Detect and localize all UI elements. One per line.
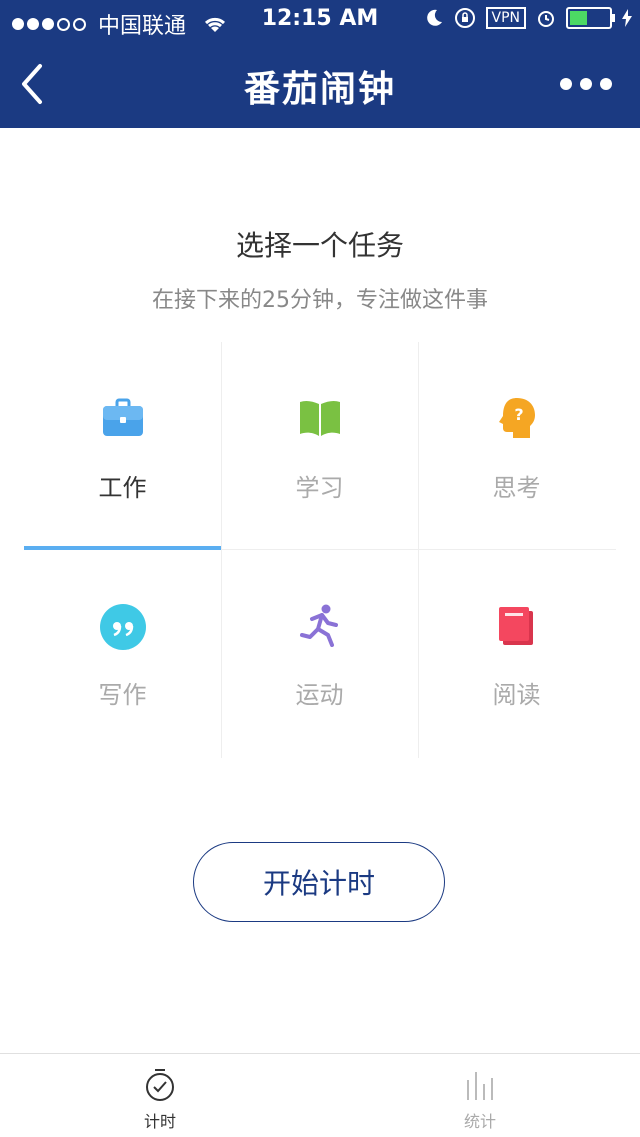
task-study[interactable]: 学习 xyxy=(221,342,418,549)
tab-bar: 计时 统计 xyxy=(0,1053,640,1137)
task-write[interactable]: 写作 xyxy=(24,549,221,756)
tab-label: 计时 xyxy=(143,1112,176,1131)
more-dots-icon[interactable] xyxy=(560,78,612,90)
task-exercise[interactable]: 运动 xyxy=(221,549,418,756)
battery-icon xyxy=(566,7,615,29)
open-book-icon xyxy=(299,400,340,436)
briefcase-icon xyxy=(102,398,143,436)
stats-icon xyxy=(467,1072,493,1100)
task-label: 阅读 xyxy=(492,681,541,709)
tab-timer[interactable]: 计时 xyxy=(100,1054,220,1137)
status-bar: 中国联通 12:15 AM VPN xyxy=(0,0,640,40)
thinking-head-icon: ? xyxy=(498,398,535,438)
page-title: 番茄闹钟 xyxy=(243,69,396,110)
task-grid: 工作 学习 ? 思考 写作 运动 阅读 xyxy=(24,342,616,758)
moon-icon xyxy=(426,9,442,26)
quote-icon xyxy=(99,604,146,650)
task-label: 写作 xyxy=(98,681,147,709)
section-heading: 选择一个任务 xyxy=(235,229,404,262)
timer-icon xyxy=(146,1069,174,1101)
rotation-lock-icon xyxy=(454,8,475,28)
section-subheading: 在接下来的25分钟，专注做这件事 xyxy=(152,288,488,313)
charging-icon xyxy=(622,9,632,27)
runner-icon xyxy=(299,604,338,647)
navigation-bar: 番茄闹钟 xyxy=(0,40,640,128)
task-think[interactable]: ? 思考 xyxy=(418,342,615,549)
tab-label: 统计 xyxy=(463,1112,496,1131)
closed-book-icon xyxy=(498,607,533,645)
svg-text:?: ? xyxy=(514,405,523,424)
start-timer-button[interactable]: 开始计时 xyxy=(193,842,445,922)
task-label: 思考 xyxy=(492,474,541,502)
task-work[interactable]: 工作 xyxy=(24,342,221,550)
task-label: 运动 xyxy=(295,681,344,709)
task-read[interactable]: 阅读 xyxy=(418,549,615,756)
task-label: 学习 xyxy=(295,474,344,502)
top-bar: 中国联通 12:15 AM VPN 番茄闹钟 xyxy=(0,0,640,128)
tab-stats[interactable]: 统计 xyxy=(420,1054,540,1137)
alarm-icon xyxy=(538,11,554,27)
vpn-badge: VPN xyxy=(485,7,526,29)
task-label: 工作 xyxy=(98,474,147,502)
